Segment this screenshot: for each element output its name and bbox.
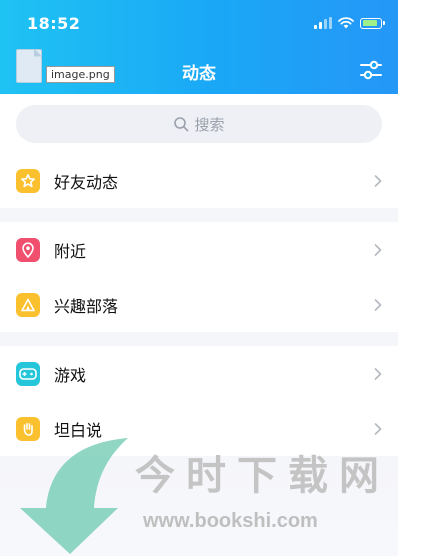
gamepad-icon xyxy=(16,361,40,386)
status-icons xyxy=(314,16,385,30)
search-icon xyxy=(174,117,189,132)
signal-icon xyxy=(314,17,332,29)
list-item-games[interactable]: 游戏 xyxy=(0,346,398,401)
chevron-right-icon xyxy=(374,174,382,187)
page-title: 动态 xyxy=(182,64,216,84)
chevron-right-icon xyxy=(374,422,382,435)
chevron-right-icon xyxy=(374,243,382,256)
filter-settings-icon[interactable] xyxy=(360,60,382,80)
search-placeholder: 搜索 xyxy=(194,115,225,134)
search-input[interactable]: 搜索 xyxy=(16,105,382,143)
app-screen: 18:52 image.png 动态 搜索 好友动态 附近 兴趣部落 游戏 坦白… xyxy=(0,0,398,556)
star-icon xyxy=(16,168,40,193)
status-time: 18:52 xyxy=(27,14,81,33)
watermark-arrow-icon xyxy=(20,438,128,554)
watermark-url: www.bookshi.com xyxy=(143,510,318,532)
location-pin-icon xyxy=(16,237,40,262)
list-item-label: 好友动态 xyxy=(54,172,119,192)
list-group-nearby: 附近 兴趣部落 xyxy=(0,222,398,332)
header-bar: 18:52 image.png 动态 xyxy=(0,0,398,94)
list-item-label: 游戏 xyxy=(54,365,87,385)
chevron-right-icon xyxy=(374,367,382,380)
chevron-right-icon xyxy=(374,298,382,311)
tent-icon xyxy=(16,292,40,317)
battery-icon xyxy=(360,17,385,29)
list-item-label: 附近 xyxy=(54,241,87,261)
list-item-nearby[interactable]: 附近 xyxy=(0,222,398,277)
watermark-title: 今时下载网 xyxy=(135,452,390,499)
wifi-icon xyxy=(338,17,354,29)
list-item-interest-tribe[interactable]: 兴趣部落 xyxy=(0,277,398,332)
list-group-feeds: 好友动态 xyxy=(0,153,398,208)
list-item-label: 兴趣部落 xyxy=(54,296,119,316)
list-item-friend-feed[interactable]: 好友动态 xyxy=(0,153,398,208)
